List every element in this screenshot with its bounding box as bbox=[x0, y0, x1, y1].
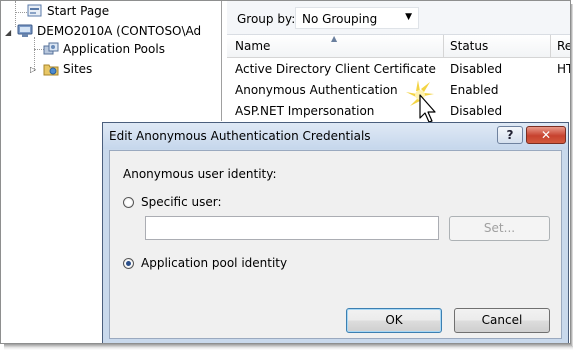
tree-item-label: Sites bbox=[63, 62, 93, 76]
row-status: Disabled bbox=[450, 104, 503, 118]
app-pool-identity-label[interactable]: Application pool identity bbox=[141, 256, 287, 270]
sort-ascending-icon: ▲ bbox=[331, 34, 338, 43]
tree-item-start-page[interactable]: Start Page bbox=[27, 4, 109, 18]
tree-line bbox=[15, 1, 16, 27]
app-pool-identity-radio[interactable] bbox=[123, 258, 134, 269]
column-header-response[interactable]: Re bbox=[557, 39, 570, 53]
column-header-name[interactable]: Name bbox=[235, 39, 270, 53]
table-row[interactable]: Active Directory Client Certificate ... … bbox=[227, 59, 570, 80]
edit-anonymous-auth-dialog: Edit Anonymous Authentication Credential… bbox=[102, 122, 569, 343]
table-row[interactable]: Anonymous Authentication Enabled bbox=[227, 80, 570, 101]
row-name: Active Directory Client Certificate ... bbox=[235, 62, 441, 76]
row-extra: HT bbox=[557, 62, 570, 76]
row-status: Enabled bbox=[450, 83, 499, 97]
column-divider[interactable] bbox=[443, 35, 444, 57]
tree-item-label: Start Page bbox=[47, 4, 110, 18]
mouse-cursor-icon bbox=[406, 80, 436, 123]
row-status: Disabled bbox=[450, 62, 503, 76]
dropdown-arrow-icon: ▼ bbox=[405, 12, 412, 22]
dialog-title: Edit Anonymous Authentication Credential… bbox=[109, 129, 371, 143]
help-button[interactable]: ? bbox=[497, 126, 523, 144]
tree-item-server[interactable]: DEMO2010A (CONTOSO\Ad bbox=[17, 24, 201, 38]
specific-user-radio[interactable] bbox=[123, 197, 134, 208]
application-pools-icon bbox=[43, 42, 59, 55]
tree-line bbox=[15, 12, 27, 13]
identity-section-label: Anonymous user identity: bbox=[123, 167, 277, 181]
collapse-arrow-icon[interactable]: ◢ bbox=[5, 28, 11, 37]
group-by-bar: Group by: No Grouping ▼ bbox=[227, 1, 570, 35]
tree-item-label: Application Pools bbox=[63, 42, 165, 56]
group-by-label: Group by: bbox=[237, 12, 296, 26]
ok-button[interactable]: OK bbox=[346, 308, 442, 333]
features-panel: Group by: No Grouping ▼ ▲ Name Status Re… bbox=[227, 1, 570, 126]
dialog-titlebar[interactable]: Edit Anonymous Authentication Credential… bbox=[103, 123, 568, 149]
tree-item-label: DEMO2010A (CONTOSO\Ad bbox=[37, 24, 202, 38]
cancel-button[interactable]: Cancel bbox=[454, 308, 550, 333]
tree-item-sites[interactable]: Sites bbox=[43, 62, 92, 76]
expand-arrow-icon[interactable]: ▷ bbox=[30, 65, 36, 74]
group-by-dropdown[interactable]: No Grouping ▼ bbox=[295, 7, 419, 29]
set-button[interactable]: Set... bbox=[449, 216, 550, 241]
sites-folder-icon bbox=[43, 64, 59, 76]
table-row[interactable]: ASP.NET Impersonation Disabled bbox=[227, 101, 570, 122]
specific-user-field[interactable] bbox=[145, 216, 439, 240]
server-icon bbox=[17, 24, 33, 37]
tree-item-application-pools[interactable]: Application Pools bbox=[43, 42, 165, 56]
close-button[interactable]: ✕ bbox=[526, 126, 566, 144]
column-header-status[interactable]: Status bbox=[450, 39, 488, 53]
column-divider[interactable] bbox=[550, 35, 551, 57]
start-page-icon bbox=[27, 4, 42, 17]
screenshot-frame: Start Page ◢ DEMO2010A (CONTOSO\Ad Appli… bbox=[0, 0, 571, 344]
connections-tree: Start Page ◢ DEMO2010A (CONTOSO\Ad Appli… bbox=[1, 1, 222, 121]
specific-user-label[interactable]: Specific user: bbox=[141, 195, 222, 209]
list-header: ▲ Name Status Re bbox=[227, 34, 570, 58]
dialog-body: Anonymous user identity: Specific user: … bbox=[109, 150, 562, 339]
group-by-value: No Grouping bbox=[302, 12, 378, 26]
frame-shadow bbox=[4, 344, 573, 350]
